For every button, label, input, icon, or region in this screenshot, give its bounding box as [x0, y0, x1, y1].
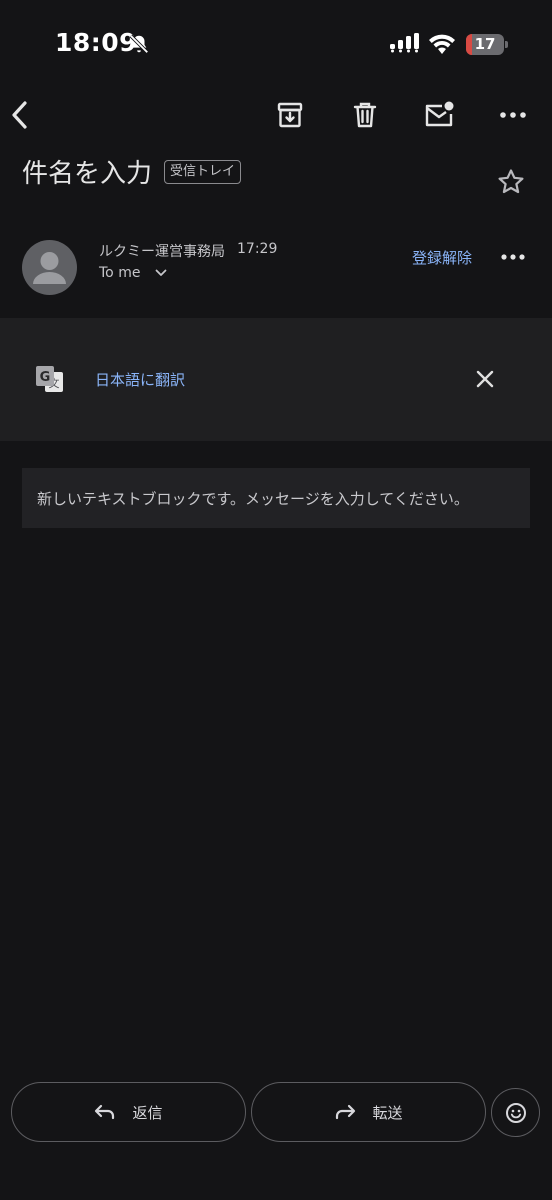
trash-icon[interactable] [349, 99, 381, 131]
reply-button[interactable]: 返信 [11, 1082, 246, 1142]
emoji-reaction-button[interactable] [491, 1088, 540, 1137]
message-body: 新しいテキストブロックです。メッセージを入力してください。 [37, 490, 469, 508]
unsubscribe-link[interactable]: 登録解除 [412, 247, 472, 268]
reply-icon [95, 1104, 115, 1120]
recipient-label: To me [99, 265, 141, 281]
sent-time: 17:29 [237, 241, 278, 257]
chevron-down-icon [156, 269, 167, 276]
mark-unread-icon[interactable] [423, 99, 455, 131]
signal-icon [390, 33, 419, 53]
reply-label: 返信 [132, 1103, 163, 1122]
status-time: 18:09 [55, 28, 138, 57]
battery-level: 17 [474, 35, 496, 53]
battery-icon: 17 [466, 34, 508, 55]
forward-button[interactable]: 転送 [251, 1082, 486, 1142]
translate-link[interactable]: 日本語に翻訳 [95, 369, 185, 390]
inbox-label-badge[interactable]: 受信トレイ [164, 160, 242, 184]
star-icon[interactable] [495, 166, 527, 198]
forward-icon [336, 1104, 356, 1120]
recipient-toggle[interactable]: To me [99, 265, 167, 281]
svg-text:G: G [40, 370, 51, 385]
bell-slash-icon [129, 34, 149, 54]
more-horizontal-icon[interactable] [497, 241, 529, 273]
avatar[interactable] [22, 240, 77, 295]
email-subject: 件名を入力 [22, 159, 153, 189]
archive-icon[interactable] [274, 99, 306, 131]
sender-name[interactable]: ルクミー運営事務局 [99, 241, 225, 261]
back-arrow-icon[interactable] [4, 99, 36, 131]
more-horizontal-icon[interactable] [497, 99, 529, 131]
google-translate-icon: 文 G [36, 366, 63, 392]
close-icon[interactable] [469, 363, 501, 395]
forward-label: 転送 [372, 1103, 403, 1122]
person-icon [33, 252, 66, 284]
smiley-icon [505, 1102, 526, 1123]
wifi-icon [429, 34, 455, 54]
